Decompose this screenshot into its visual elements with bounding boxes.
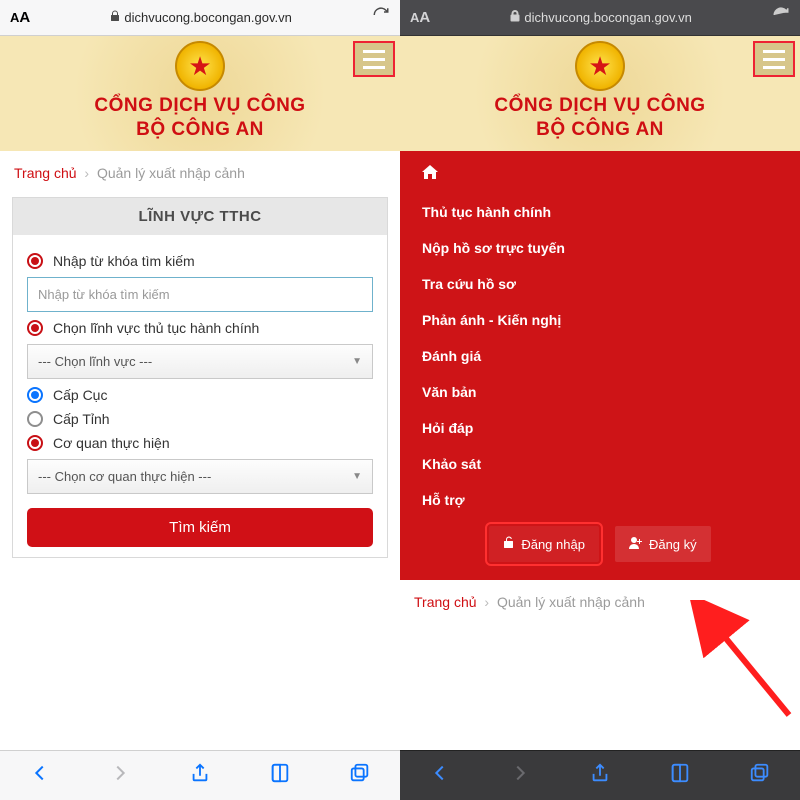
agency-label: Cơ quan thực hiện bbox=[53, 435, 170, 451]
keyword-label: Nhập từ khóa tìm kiếm bbox=[53, 253, 195, 269]
menu-item[interactable]: Thủ tục hành chính bbox=[422, 194, 778, 230]
breadcrumb-home[interactable]: Trang chủ bbox=[414, 594, 477, 610]
agency-select[interactable]: --- Chọn cơ quan thực hiện --- ▼ bbox=[27, 459, 373, 494]
menu-button[interactable] bbox=[754, 42, 794, 76]
chevron-down-icon: ▼ bbox=[352, 356, 362, 367]
field-select[interactable]: --- Chọn lĩnh vực --- ▼ bbox=[27, 344, 373, 379]
reload-icon[interactable] bbox=[372, 6, 390, 29]
panel-title: LĨNH VỰC TTHC bbox=[13, 198, 387, 235]
level-cuc-label: Cấp Cục bbox=[53, 387, 107, 403]
keyword-radio[interactable] bbox=[27, 253, 43, 269]
field-radio[interactable] bbox=[27, 320, 43, 336]
site-title-1: CỔNG DỊCH VỤ CÔNG bbox=[0, 95, 400, 117]
browser-tabbar bbox=[0, 750, 400, 800]
user-plus-icon bbox=[629, 536, 643, 552]
main-menu: Thủ tục hành chính Nộp hồ sơ trực tuyến … bbox=[400, 151, 800, 580]
emblem-icon: ★ bbox=[175, 41, 225, 91]
tabs-icon[interactable] bbox=[349, 762, 371, 789]
breadcrumb-home[interactable]: Trang chủ bbox=[14, 165, 77, 181]
forward-icon[interactable] bbox=[109, 762, 131, 789]
chevron-down-icon: ▼ bbox=[352, 471, 362, 482]
menu-item[interactable]: Tra cứu hồ sơ bbox=[422, 266, 778, 302]
share-icon[interactable] bbox=[589, 762, 611, 789]
search-button[interactable]: Tìm kiếm bbox=[27, 508, 373, 547]
menu-item[interactable]: Khảo sát bbox=[422, 446, 778, 482]
breadcrumb: Trang chủ › Quản lý xuất nhập cảnh bbox=[0, 151, 400, 191]
url-text[interactable]: dichvucong.bocongan.gov.vn bbox=[524, 10, 691, 25]
register-button[interactable]: Đăng ký bbox=[615, 526, 711, 562]
text-size-control[interactable]: AA bbox=[10, 9, 30, 26]
menu-item[interactable]: Hỏi đáp bbox=[422, 410, 778, 446]
breadcrumb: Trang chủ › Quản lý xuất nhập cảnh bbox=[400, 580, 800, 620]
site-header: ★ CỔNG DỊCH VỤ CÔNG BỘ CÔNG AN bbox=[400, 36, 800, 151]
lock-icon bbox=[110, 10, 120, 25]
emblem-icon: ★ bbox=[575, 41, 625, 91]
reload-icon[interactable] bbox=[772, 6, 790, 29]
share-icon[interactable] bbox=[189, 762, 211, 789]
breadcrumb-current: Quản lý xuất nhập cảnh bbox=[97, 165, 245, 181]
menu-item[interactable]: Đánh giá bbox=[422, 338, 778, 374]
url-text[interactable]: dichvucong.bocongan.gov.vn bbox=[124, 10, 291, 25]
home-icon[interactable] bbox=[422, 165, 778, 184]
site-title-2: BỘ CÔNG AN bbox=[0, 119, 400, 141]
menu-item[interactable]: Phản ánh - Kiến nghị bbox=[422, 302, 778, 338]
tabs-icon[interactable] bbox=[749, 762, 771, 789]
level-cuc-radio[interactable] bbox=[27, 387, 43, 403]
forward-icon[interactable] bbox=[509, 762, 531, 789]
browser-address-bar: AA dichvucong.bocongan.gov.vn bbox=[0, 0, 400, 36]
browser-address-bar: AA dichvucong.bocongan.gov.vn bbox=[400, 0, 800, 36]
keyword-input[interactable]: Nhập từ khóa tìm kiếm bbox=[27, 277, 373, 312]
bookmarks-icon[interactable] bbox=[669, 762, 691, 789]
menu-item[interactable]: Văn bản bbox=[422, 374, 778, 410]
menu-item[interactable]: Nộp hồ sơ trực tuyến bbox=[422, 230, 778, 266]
level-tinh-label: Cấp Tỉnh bbox=[53, 411, 110, 427]
site-title-1: CỔNG DỊCH VỤ CÔNG bbox=[400, 95, 800, 117]
level-tinh-radio[interactable] bbox=[27, 411, 43, 427]
search-panel: LĨNH VỰC TTHC Nhập từ khóa tìm kiếm Nhập… bbox=[12, 197, 388, 558]
breadcrumb-current: Quản lý xuất nhập cảnh bbox=[497, 594, 645, 610]
menu-button[interactable] bbox=[354, 42, 394, 76]
site-title-2: BỘ CÔNG AN bbox=[400, 119, 800, 141]
login-button[interactable]: Đăng nhập bbox=[489, 526, 599, 562]
back-icon[interactable] bbox=[29, 762, 51, 789]
back-icon[interactable] bbox=[429, 762, 451, 789]
menu-item[interactable]: Hỗ trợ bbox=[422, 482, 778, 518]
lock-icon bbox=[510, 10, 520, 25]
text-size-control[interactable]: AA bbox=[410, 9, 430, 26]
site-header: ★ CỔNG DỊCH VỤ CÔNG BỘ CÔNG AN bbox=[0, 36, 400, 151]
bookmarks-icon[interactable] bbox=[269, 762, 291, 789]
browser-tabbar bbox=[400, 750, 800, 800]
field-label: Chọn lĩnh vực thủ tục hành chính bbox=[53, 320, 259, 336]
agency-radio[interactable] bbox=[27, 435, 43, 451]
lock-open-icon bbox=[503, 536, 515, 552]
